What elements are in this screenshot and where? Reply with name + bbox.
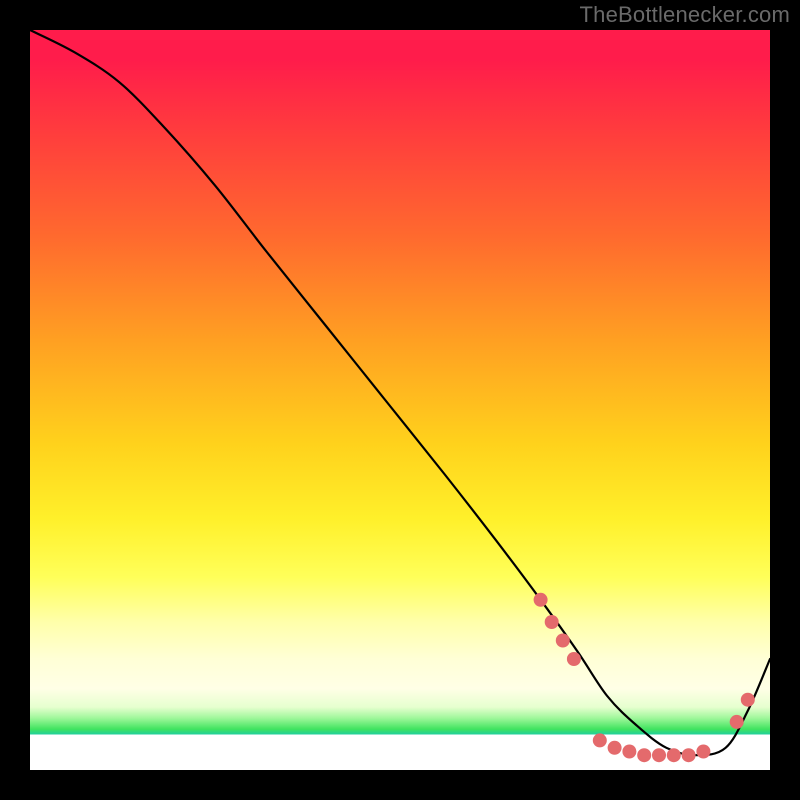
curve-marker — [608, 741, 622, 755]
curve-marker — [730, 715, 744, 729]
curve-marker — [593, 733, 607, 747]
curve-marker — [682, 748, 696, 762]
curve-layer — [30, 30, 770, 770]
plot-area — [30, 30, 770, 770]
chart-frame: TheBottlenecker.com — [0, 0, 800, 800]
bottleneck-curve — [30, 30, 770, 755]
curve-marker — [667, 748, 681, 762]
curve-marker — [567, 652, 581, 666]
curve-marker — [622, 745, 636, 759]
curve-marker — [652, 748, 666, 762]
attribution-label: TheBottlenecker.com — [580, 2, 790, 28]
curve-marker — [556, 634, 570, 648]
curve-marker — [545, 615, 559, 629]
curve-marker — [637, 748, 651, 762]
curve-marker — [741, 693, 755, 707]
marker-group — [534, 593, 755, 762]
curve-marker — [534, 593, 548, 607]
curve-marker — [696, 745, 710, 759]
